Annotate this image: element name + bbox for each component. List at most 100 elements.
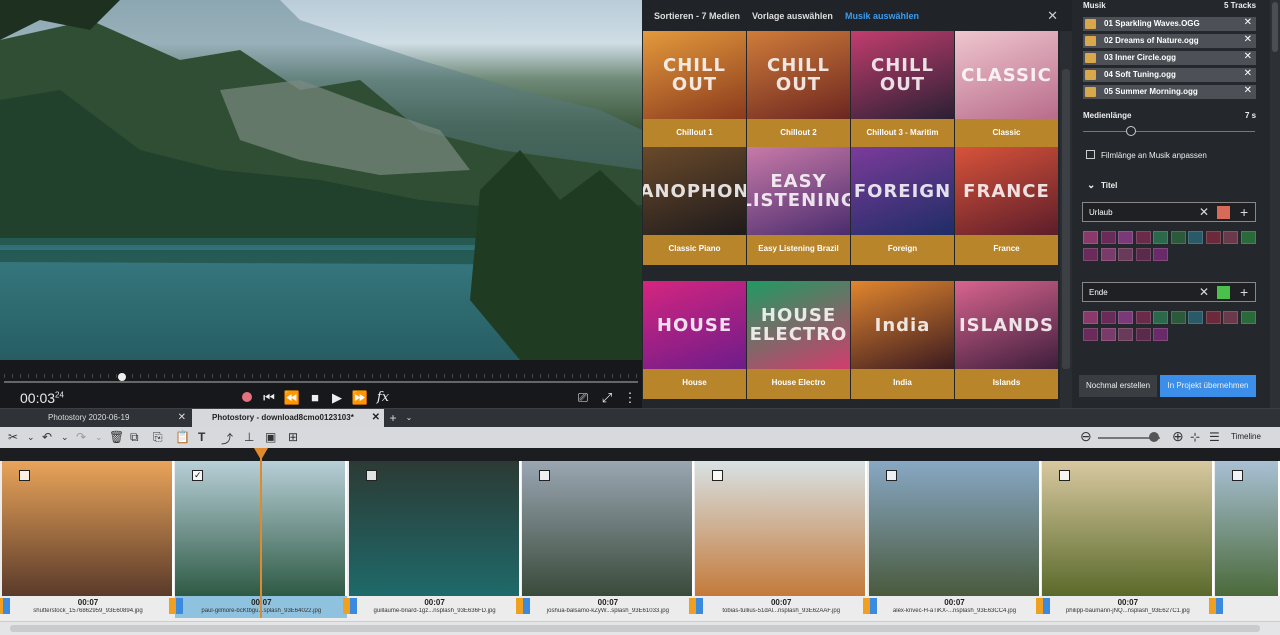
rotate-icon[interactable]: ⤴ bbox=[221, 430, 233, 447]
clear-icon[interactable]: ✕ bbox=[1199, 285, 1209, 299]
track-item[interactable]: 04 Soft Tuning.ogg ✕ bbox=[1083, 68, 1256, 82]
stop-button[interactable]: ■ bbox=[306, 389, 324, 407]
more-menu-button[interactable]: ⋮ bbox=[621, 389, 639, 407]
music-tile[interactable]: HOUSE ELECTRO House Electro bbox=[747, 281, 850, 411]
timeline-ruler[interactable] bbox=[0, 448, 1280, 461]
list-view-icon[interactable]: ☰ bbox=[1209, 430, 1220, 444]
clip-select-checkbox[interactable] bbox=[538, 470, 550, 481]
clip-info[interactable]: 00:07mathew-macqu bbox=[1209, 596, 1280, 618]
title-style-option[interactable] bbox=[1153, 231, 1168, 244]
title-style-option[interactable] bbox=[1188, 231, 1203, 244]
copy-icon[interactable]: ⧉ bbox=[130, 430, 139, 445]
clear-icon[interactable]: ✕ bbox=[1199, 205, 1209, 219]
intro-title-field[interactable]: Urlaub ✕ + bbox=[1082, 202, 1256, 222]
title-style-option[interactable] bbox=[1153, 311, 1168, 324]
clip-info[interactable]: 00:07 guillaume-briard-1gz...nsplash_93E6… bbox=[342, 596, 521, 618]
track-item[interactable]: 02 Dreams of Nature.ogg ✕ bbox=[1083, 34, 1256, 48]
fullscreen-button[interactable]: ⤢ bbox=[598, 389, 616, 407]
chevron-down-icon[interactable]: ⌄ bbox=[1087, 180, 1095, 191]
remove-track-icon[interactable]: ✕ bbox=[1244, 68, 1252, 79]
title-style-option[interactable] bbox=[1153, 328, 1168, 341]
music-tile[interactable]: India India bbox=[851, 281, 954, 411]
media-scrollbar[interactable] bbox=[1060, 31, 1072, 408]
title-style-option[interactable] bbox=[1083, 311, 1098, 324]
close-icon[interactable]: ✕ bbox=[1047, 8, 1058, 24]
title-style-option[interactable] bbox=[1083, 328, 1098, 341]
remove-track-icon[interactable]: ✕ bbox=[1244, 51, 1252, 62]
chevron-down-icon[interactable]: ⌄ bbox=[61, 432, 69, 443]
record-button[interactable] bbox=[238, 389, 256, 407]
chevron-down-icon[interactable]: ⌄ bbox=[27, 432, 35, 443]
clip-select-checkbox[interactable] bbox=[712, 470, 724, 481]
fit-view-icon[interactable]: ⊹ bbox=[1190, 430, 1200, 444]
tab-choose-template[interactable]: Vorlage auswählen bbox=[752, 11, 833, 21]
title-style-option[interactable] bbox=[1100, 231, 1116, 244]
clip-select-checkbox[interactable] bbox=[1058, 470, 1070, 481]
music-tile[interactable]: PIANOPHONIC Classic Piano bbox=[643, 147, 746, 277]
scrollbar-thumb[interactable] bbox=[10, 625, 1260, 632]
title-style-option[interactable] bbox=[1205, 231, 1221, 244]
clip-select-checkbox[interactable] bbox=[1232, 470, 1244, 481]
clip-info[interactable]: 00:07 alex-krivec-H-aTiKX-...nsplash_93E6… bbox=[862, 596, 1041, 618]
music-tile[interactable]: HOUSE House bbox=[643, 281, 746, 411]
zoom-slider-handle[interactable] bbox=[1149, 432, 1159, 442]
playhead-handle[interactable] bbox=[254, 448, 268, 460]
title-style-option[interactable] bbox=[1188, 311, 1203, 324]
title-style-option[interactable] bbox=[1135, 311, 1151, 324]
remove-track-icon[interactable]: ✕ bbox=[1244, 34, 1252, 45]
recreate-button[interactable]: Nochmal erstellen bbox=[1079, 375, 1157, 397]
remove-track-icon[interactable]: ✕ bbox=[1244, 85, 1252, 96]
tab-list-chevron-icon[interactable]: ⌄ bbox=[402, 409, 416, 428]
clip-info[interactable]: 00:07 tobias-tullius-51dAl...nsplash_93E6… bbox=[689, 596, 867, 618]
redo-icon[interactable]: ↷ bbox=[76, 430, 86, 444]
title-style-option[interactable] bbox=[1240, 231, 1256, 244]
storyboard-clip[interactable] bbox=[348, 461, 521, 596]
title-style-option[interactable] bbox=[1170, 231, 1186, 244]
media-length-slider[interactable] bbox=[1083, 131, 1255, 132]
title-style-option[interactable] bbox=[1135, 231, 1151, 244]
title-style-option[interactable] bbox=[1205, 311, 1221, 324]
track-item[interactable]: 01 Sparkling Waves.OGG ✕ bbox=[1083, 17, 1256, 31]
track-item[interactable]: 05 Summer Morning.ogg ✕ bbox=[1083, 85, 1256, 99]
tab-project-2[interactable]: Photostory - download8cmo0123103* ✕ bbox=[192, 409, 384, 428]
frame-icon[interactable]: ▣ bbox=[265, 430, 276, 444]
storyboard-clip[interactable] bbox=[1215, 461, 1280, 596]
title-style-option[interactable] bbox=[1083, 248, 1098, 261]
music-tile[interactable]: CHILL OUT Chillout 2 bbox=[747, 31, 850, 161]
scrubber-track[interactable] bbox=[4, 381, 638, 383]
cut-copy-icon[interactable]: ⎘ bbox=[153, 430, 163, 445]
music-tile[interactable]: CLASSIC Classic bbox=[955, 31, 1058, 161]
title-style-swatch[interactable] bbox=[1217, 286, 1230, 299]
new-tab-button[interactable]: + bbox=[386, 409, 400, 428]
music-tile[interactable]: EASY LISTENING Easy Listening Brazil bbox=[747, 147, 850, 277]
cast-button[interactable]: ⎚ bbox=[574, 389, 592, 407]
clip-info[interactable]: 00:07 joshua-balsamo-kZyW...splash_93E610… bbox=[515, 596, 694, 618]
title-style-option[interactable] bbox=[1118, 328, 1133, 341]
storyboard-clip[interactable] bbox=[868, 461, 1041, 596]
crop-icon[interactable]: ⊞ bbox=[288, 430, 298, 444]
zoom-out-icon[interactable]: ⊖ bbox=[1080, 428, 1092, 445]
close-tab-icon[interactable]: ✕ bbox=[178, 409, 186, 427]
preview-scrubber[interactable] bbox=[0, 360, 642, 386]
title-style-option[interactable] bbox=[1100, 328, 1116, 341]
clip-select-checkbox[interactable] bbox=[365, 470, 377, 481]
title-style-option[interactable] bbox=[1170, 311, 1186, 324]
storyboard-clip[interactable] bbox=[521, 461, 694, 596]
settings-scrollbar[interactable] bbox=[1270, 0, 1280, 408]
title-style-option[interactable] bbox=[1135, 248, 1151, 261]
skip-start-button[interactable]: ⏮ bbox=[260, 389, 278, 407]
effects-button[interactable]: fx bbox=[374, 389, 392, 407]
tab-choose-music[interactable]: Musik auswählen bbox=[845, 11, 919, 21]
music-tile[interactable]: CHILL OUT Chillout 1 bbox=[643, 31, 746, 161]
rewind-button[interactable]: ⏪ bbox=[283, 389, 301, 407]
title-style-option[interactable] bbox=[1100, 311, 1116, 324]
scrubber-handle[interactable] bbox=[118, 373, 126, 381]
music-tile[interactable]: ISLANDS Islands bbox=[955, 281, 1058, 411]
title-style-option[interactable] bbox=[1118, 231, 1133, 244]
media-length-slider-handle[interactable] bbox=[1126, 126, 1136, 136]
zoom-in-icon[interactable]: ⊕ bbox=[1172, 428, 1184, 445]
cut-icon[interactable]: ✂ bbox=[8, 430, 18, 444]
fast-forward-button[interactable]: ⏩ bbox=[351, 389, 369, 407]
storyboard-clip[interactable] bbox=[1041, 461, 1214, 596]
end-title-field[interactable]: Ende ✕ + bbox=[1082, 282, 1256, 302]
